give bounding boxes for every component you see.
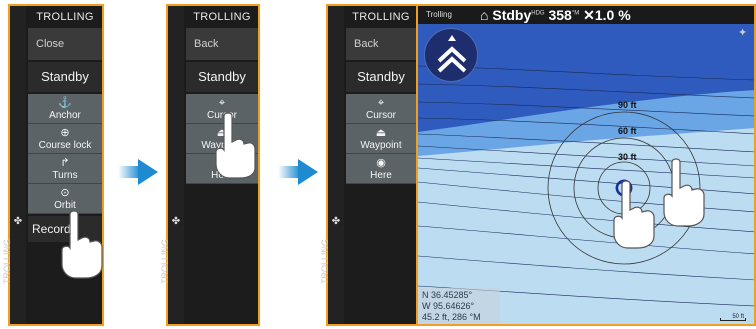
standby-button[interactable]: Standby xyxy=(186,62,258,92)
range-bearing: 45.2 ft, 286 °M xyxy=(422,312,481,322)
side-rail: ✤ TROLLING xyxy=(320,6,344,324)
orbit-icon: ⊙ xyxy=(60,187,70,199)
trolling-menu-panel-3: ✤ TROLLING TROLLING Back Standby ⌖ Curso… xyxy=(320,4,418,326)
propeller-icon: ✤ xyxy=(171,216,181,227)
menu-header: TROLLING xyxy=(193,11,251,23)
rudder-value: 1.0 % xyxy=(594,7,631,23)
menu-header: TROLLING xyxy=(352,11,410,23)
turns-button[interactable]: ↱ Turns xyxy=(28,154,102,184)
rail-label: TROLLING xyxy=(320,238,330,284)
step-arrow-tail-2 xyxy=(278,166,300,178)
cursor-coordinates: N 36.45285° W 95.64626° 45.2 ft, 286 °M xyxy=(418,288,500,324)
rudder-icon: ✕ xyxy=(579,7,595,23)
here-icon: ◉ xyxy=(376,157,386,169)
propeller-icon: ✤ xyxy=(13,216,23,227)
back-button[interactable]: Back xyxy=(186,28,258,60)
screen: ✤ TROLLING TROLLING Close Standby ⚓ Anch… xyxy=(0,0,756,329)
side-rail: ✤ TROLLING xyxy=(2,6,26,324)
step-arrow-2 xyxy=(298,159,318,185)
waypoint-button[interactable]: ⏏ Waypoint xyxy=(346,124,416,154)
depth-label-90: 90 ft xyxy=(618,100,637,110)
heading-label: HDG xyxy=(531,10,545,17)
orbit-target-group: ⌖ Cursor ⏏ Waypoint ◉ Here xyxy=(346,94,416,184)
tap-hand-icon xyxy=(663,158,705,227)
scale-bar xyxy=(720,318,746,321)
standby-status: Stdby xyxy=(492,7,532,23)
close-button[interactable]: Close xyxy=(28,28,102,60)
cursor-button[interactable]: ⌖ Cursor xyxy=(346,94,416,124)
tap-hand-icon xyxy=(215,112,256,179)
anchor-button[interactable]: ⚓ Anchor xyxy=(28,94,102,124)
autopilot-readout: ⌂ StdbyHDG 358°M ✕1.0 % xyxy=(480,7,631,24)
menu: TROLLING Back Standby ⌖ Cursor ⏏ Waypoin… xyxy=(346,6,416,324)
course-lock-button[interactable]: ⊕ Course lock xyxy=(28,124,102,154)
standby-button[interactable]: Standby xyxy=(346,62,416,92)
propeller-icon: ✤ xyxy=(331,216,341,227)
here-button[interactable]: ◉ Here xyxy=(346,154,416,184)
rail-label: TROLLING xyxy=(160,238,170,284)
cursor-icon: ⌖ xyxy=(377,97,385,109)
waypoint-icon: ⏏ xyxy=(375,127,387,139)
side-rail: ✤ TROLLING xyxy=(160,6,184,324)
depth-label-30: 30 ft xyxy=(618,152,637,162)
tap-hand-icon xyxy=(61,210,103,279)
cursor-icon: ⌖ xyxy=(218,97,226,109)
rail-label: TROLLING xyxy=(2,238,12,284)
step-arrow-1 xyxy=(138,159,158,185)
steering-icon: ⌂ xyxy=(480,7,493,23)
depth-label-60: 60 ft xyxy=(618,126,637,136)
status-bar: Trolling ⌂ StdbyHDG 358°M ✕1.0 % xyxy=(418,6,754,24)
anchor-icon: ⚓ xyxy=(58,97,72,109)
crosshair-icon[interactable]: ✦ xyxy=(738,26,748,40)
autopilot-mode: Trolling xyxy=(426,10,452,19)
tap-hand-icon xyxy=(613,180,655,249)
chevron-up-icon xyxy=(437,35,467,73)
menu-header: TROLLING xyxy=(36,11,94,23)
back-button[interactable]: Back xyxy=(346,28,416,60)
heading-value: 358 xyxy=(548,7,572,23)
step-arrow-tail-1 xyxy=(118,166,140,178)
north-arrow-button[interactable] xyxy=(424,28,478,82)
latitude: N 36.45285° xyxy=(422,290,473,300)
course-lock-icon: ⊕ xyxy=(60,127,70,139)
longitude: W 95.64626° xyxy=(422,301,475,311)
turns-icon: ↱ xyxy=(60,157,70,169)
mode-group: ⚓ Anchor ⊕ Course lock ↱ Turns ⊙ Orbit xyxy=(28,94,102,214)
standby-button[interactable]: Standby xyxy=(28,62,102,92)
